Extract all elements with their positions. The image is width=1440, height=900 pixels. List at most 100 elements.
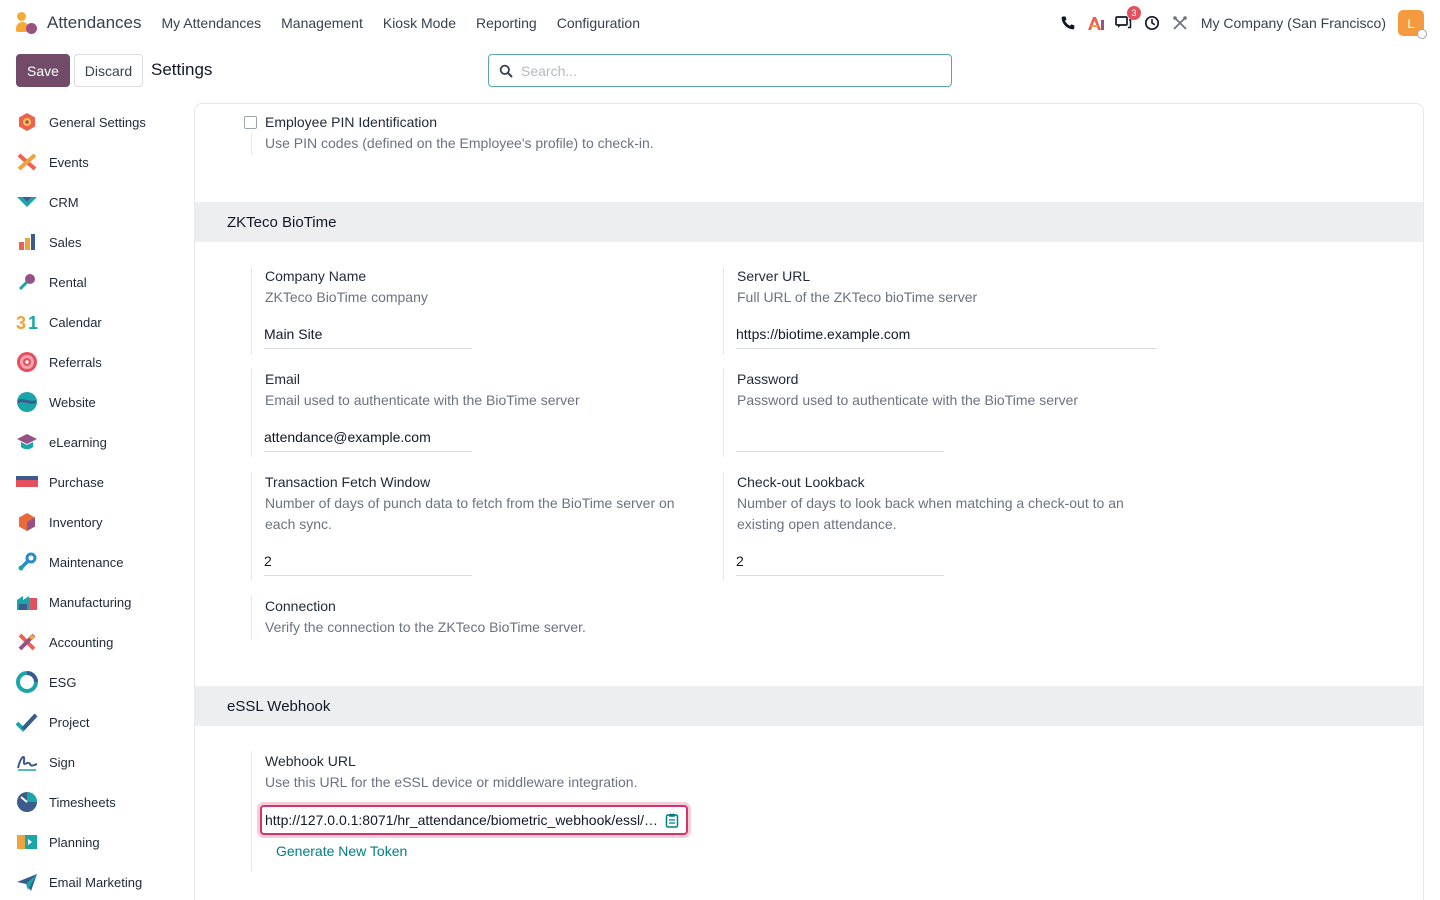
sidebar-item-rental[interactable]: Rental: [16, 262, 192, 302]
sidebar-item-label: Email Marketing: [49, 874, 143, 890]
password-title: Password: [737, 371, 799, 387]
sidebar-item-sign[interactable]: Sign: [16, 742, 192, 782]
pin-identification-title: Employee PIN Identification: [265, 114, 437, 130]
webhook-url-field[interactable]: http://127.0.0.1:8071/hr_attendance/biom…: [260, 805, 688, 835]
connection-title: Connection: [265, 598, 336, 614]
sidebar-item-label: Rental: [49, 274, 87, 290]
sidebar-item-label: Referrals: [49, 354, 102, 370]
zkteco-section-header: ZKTeco BioTime: [195, 202, 1423, 242]
sidebar-item-timesheets[interactable]: Timesheets: [16, 782, 192, 822]
search-input[interactable]: [521, 62, 941, 79]
sidebar-item-email-marketing[interactable]: Email Marketing: [16, 862, 192, 900]
sidebar-item-label: Project: [49, 714, 90, 730]
search-icon: [499, 64, 513, 78]
sidebar-item-label: Timesheets: [49, 794, 116, 810]
sidebar-item-general-settings[interactable]: General Settings: [16, 102, 192, 142]
debug-tools-icon[interactable]: [1171, 14, 1189, 32]
lookback-input[interactable]: 2: [736, 551, 944, 576]
settings-panel: Employee PIN Identification Use PIN code…: [194, 103, 1424, 900]
inventory-icon: [16, 511, 38, 533]
ai-icon[interactable]: [1087, 14, 1105, 32]
server-url-title: Server URL: [737, 268, 811, 284]
sidebar-item-events[interactable]: Events: [16, 142, 192, 182]
avatar-letter: L: [1407, 15, 1415, 31]
generate-new-token-button[interactable]: Generate New Token: [276, 843, 407, 859]
sidebar-item-sales[interactable]: Sales: [16, 222, 192, 262]
email-value: attendance@example.com: [264, 429, 431, 445]
sales-icon: [16, 231, 38, 253]
company-name-title: Company Name: [265, 268, 367, 284]
fetch-window-input[interactable]: 2: [264, 551, 472, 576]
settings-search[interactable]: [488, 54, 952, 87]
general-settings-icon: [16, 111, 38, 133]
lookback-value: 2: [736, 553, 744, 569]
elearning-icon: [16, 431, 38, 453]
sidebar-item-label: Purchase: [49, 474, 104, 490]
sidebar-item-planning[interactable]: Planning: [16, 822, 192, 862]
phone-icon[interactable]: [1059, 14, 1077, 32]
timesheets-icon: [16, 791, 38, 813]
calendar-icon: 31: [16, 311, 38, 333]
sidebar-item-label: Maintenance: [49, 554, 124, 570]
sidebar-item-label: eLearning: [49, 434, 107, 450]
website-icon: [16, 391, 38, 413]
sidebar-item-label: CRM: [49, 194, 79, 210]
sidebar-item-label: General Settings: [49, 114, 146, 130]
purchase-icon: [16, 471, 38, 493]
messages-icon[interactable]: 3: [1115, 6, 1141, 32]
password-input[interactable]: [736, 427, 944, 452]
sidebar-item-label: Website: [49, 394, 96, 410]
connection-desc: Verify the connection to the ZKTeco BioT…: [265, 619, 586, 635]
discard-button[interactable]: Discard: [74, 54, 143, 87]
sidebar-item-maintenance[interactable]: Maintenance: [16, 542, 192, 582]
presence-status-icon: [1417, 29, 1427, 39]
menu-configuration[interactable]: Configuration: [557, 15, 640, 31]
password-desc: Password used to authenticate with the B…: [737, 392, 1079, 408]
sidebar-item-label: Calendar: [49, 314, 102, 330]
copy-clipboard-icon[interactable]: [665, 813, 679, 828]
app-name[interactable]: Attendances: [47, 13, 142, 33]
app-brand[interactable]: Attendances: [15, 11, 162, 35]
maintenance-icon: [16, 551, 38, 573]
email-desc: Email used to authenticate with the BioT…: [265, 392, 580, 408]
sign-icon: [16, 751, 38, 773]
email-marketing-icon: [16, 871, 38, 893]
sidebar-item-elearning[interactable]: eLearning: [16, 422, 192, 462]
save-button[interactable]: Save: [16, 54, 70, 87]
attendances-logo-icon: [15, 11, 39, 35]
lookback-desc-line2: existing open attendance.: [737, 516, 897, 532]
company-name-desc: ZKTeco BioTime company: [265, 289, 428, 305]
connection-setting: Connection Verify the connection to the …: [251, 596, 691, 640]
sidebar-item-project[interactable]: Project: [16, 702, 192, 742]
sidebar-item-esg[interactable]: ESG: [16, 662, 192, 702]
fetch-window-desc-line2: each sync.: [265, 516, 332, 532]
email-title: Email: [265, 371, 301, 387]
page-title: Settings: [151, 60, 213, 79]
menu-my-attendances[interactable]: My Attendances: [162, 15, 262, 31]
messages-count-badge: 3: [1126, 6, 1141, 20]
sidebar-item-manufacturing[interactable]: Manufacturing: [16, 582, 192, 622]
svg-text:1: 1: [28, 313, 38, 332]
sidebar-item-website[interactable]: Website: [16, 382, 192, 422]
sidebar-item-referrals[interactable]: Referrals: [16, 342, 192, 382]
lookback-title: Check-out Lookback: [737, 474, 865, 490]
menu-reporting[interactable]: Reporting: [476, 15, 537, 31]
user-avatar[interactable]: L: [1398, 10, 1427, 39]
menu-kiosk-mode[interactable]: Kiosk Mode: [383, 15, 456, 31]
sidebar-item-label: Inventory: [49, 514, 103, 530]
server-url-input[interactable]: https://biotime.example.com: [736, 324, 1156, 349]
lookback-desc-line1: Number of days to look back when matchin…: [737, 495, 1124, 511]
server-url-value: https://biotime.example.com: [736, 326, 911, 342]
sidebar-item-calendar[interactable]: 31 Calendar: [16, 302, 192, 342]
svg-text:3: 3: [16, 313, 26, 332]
menu-management[interactable]: Management: [281, 15, 363, 31]
top-navbar: Attendances My Attendances Management Ki…: [0, 0, 1440, 46]
activity-clock-icon[interactable]: [1143, 14, 1161, 32]
sidebar-item-inventory[interactable]: Inventory: [16, 502, 192, 542]
sidebar-item-purchase[interactable]: Purchase: [16, 462, 192, 502]
sidebar-item-crm[interactable]: CRM: [16, 182, 192, 222]
sidebar-item-accounting[interactable]: Accounting: [16, 622, 192, 662]
company-switcher[interactable]: My Company (San Francisco): [1201, 15, 1386, 31]
email-input[interactable]: attendance@example.com: [264, 427, 472, 452]
company-name-input[interactable]: Main Site: [264, 324, 472, 349]
